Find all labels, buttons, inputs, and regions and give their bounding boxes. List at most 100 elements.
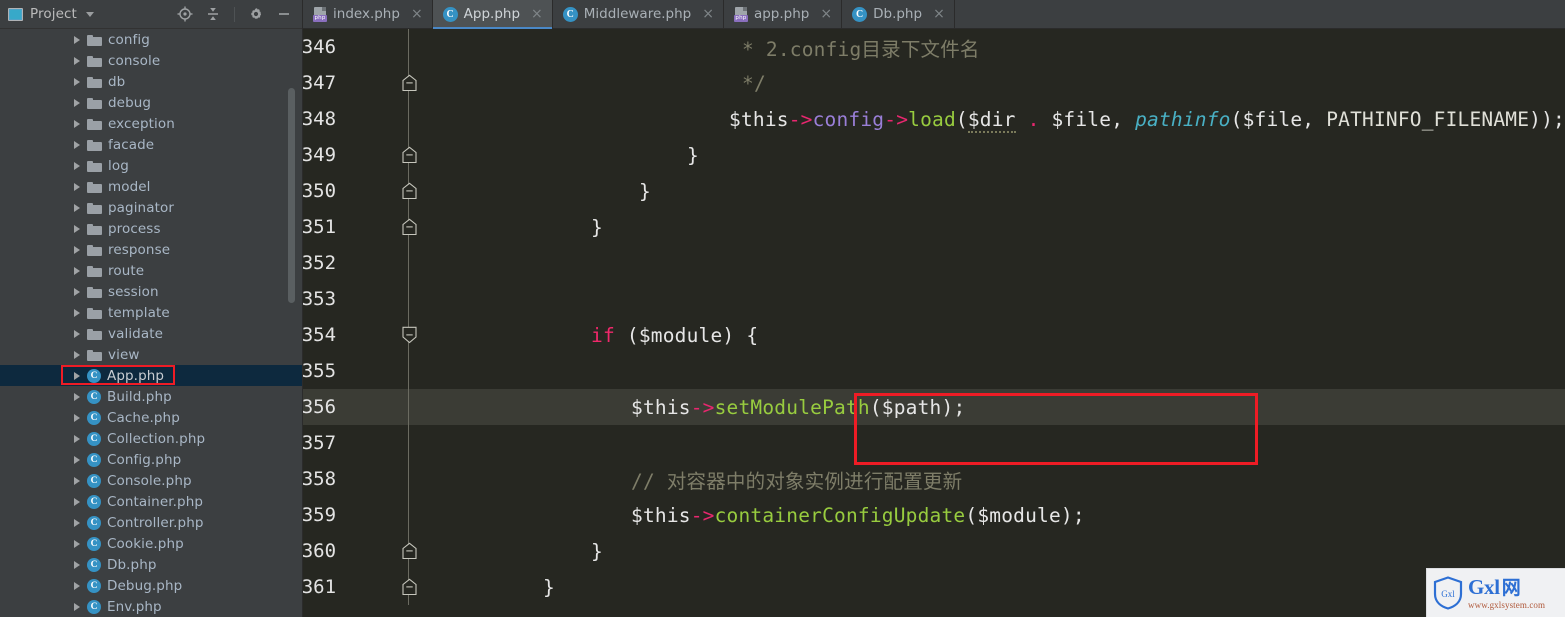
code-editor[interactable]: 346 * 2.config目录下文件名 347 */ 348 $this->config…	[303, 29, 1565, 617]
chevron-right-icon[interactable]	[74, 497, 80, 506]
code-line-348[interactable]: 348 $this->config->load($dir . $file, pat…	[303, 101, 1565, 137]
tree-item-response[interactable]: response	[0, 239, 302, 260]
chevron-right-icon[interactable]	[74, 518, 80, 527]
chevron-right-icon[interactable]	[74, 371, 80, 380]
code-line-356[interactable]: 356 $this->setModulePath($path);	[303, 389, 1565, 425]
tree-item-controller-php[interactable]: C Controller.php	[0, 512, 302, 533]
tab-db-php[interactable]: C Db.php ×	[842, 0, 955, 28]
chevron-right-icon[interactable]	[74, 161, 80, 170]
chevron-right-icon[interactable]	[74, 56, 80, 65]
chevron-right-icon[interactable]	[74, 434, 80, 443]
close-icon[interactable]: ×	[820, 7, 832, 21]
fold-region-start-icon[interactable]	[402, 326, 417, 344]
tree-item-view[interactable]: view	[0, 344, 302, 365]
chevron-right-icon[interactable]	[74, 245, 80, 254]
tab-app-php[interactable]: php app.php ×	[724, 0, 843, 28]
code-line-353[interactable]: 353	[303, 281, 1565, 317]
chevron-right-icon[interactable]	[74, 539, 80, 548]
chevron-right-icon[interactable]	[74, 140, 80, 149]
fold-region-end-icon[interactable]	[402, 578, 417, 596]
tree-item-console-php[interactable]: C Console.php	[0, 470, 302, 491]
collapse-all-icon[interactable]	[205, 6, 221, 22]
chevron-right-icon[interactable]	[74, 455, 80, 464]
tab-middleware-php[interactable]: C Middleware.php ×	[553, 0, 724, 28]
tab-app-php[interactable]: C App.php ×	[432, 0, 553, 29]
project-file-tree[interactable]: config console db debug exception facade log mo…	[0, 29, 303, 617]
close-icon[interactable]: ×	[411, 7, 423, 21]
close-icon[interactable]: ×	[531, 7, 543, 21]
code-line-347[interactable]: 347 */	[303, 65, 1565, 101]
chevron-right-icon[interactable]	[74, 224, 80, 233]
code-line-361[interactable]: 361}	[303, 569, 1565, 605]
chevron-right-icon[interactable]	[74, 287, 80, 296]
fold-region-end-icon[interactable]	[402, 74, 417, 92]
fold-region-end-icon[interactable]	[402, 542, 417, 560]
code-line-360[interactable]: 360}	[303, 533, 1565, 569]
fold-region-end-icon[interactable]	[402, 146, 417, 164]
close-icon[interactable]: ×	[933, 7, 945, 21]
tree-item-config-php[interactable]: C Config.php	[0, 449, 302, 470]
code-text: }	[687, 143, 699, 167]
tree-item-db-php[interactable]: C Db.php	[0, 554, 302, 575]
minimize-icon[interactable]	[276, 6, 292, 22]
tree-item-debug[interactable]: debug	[0, 92, 302, 113]
fold-region-end-icon[interactable]	[402, 182, 417, 200]
tree-item-collection-php[interactable]: C Collection.php	[0, 428, 302, 449]
project-panel-title-group[interactable]: Project	[8, 6, 177, 22]
chevron-right-icon[interactable]	[74, 35, 80, 44]
chevron-right-icon[interactable]	[74, 119, 80, 128]
chevron-right-icon[interactable]	[74, 329, 80, 338]
chevron-right-icon[interactable]	[74, 476, 80, 485]
tree-item-log[interactable]: log	[0, 155, 302, 176]
code-line-346[interactable]: 346 * 2.config目录下文件名	[303, 29, 1565, 65]
chevron-right-icon[interactable]	[74, 182, 80, 191]
code-line-349[interactable]: 349}	[303, 137, 1565, 173]
chevron-right-icon[interactable]	[74, 581, 80, 590]
chevron-down-icon[interactable]	[85, 11, 94, 17]
chevron-right-icon[interactable]	[74, 560, 80, 569]
tree-item-debug-php[interactable]: C Debug.php	[0, 575, 302, 596]
chevron-right-icon[interactable]	[74, 266, 80, 275]
close-icon[interactable]: ×	[702, 7, 714, 21]
tree-item-validate[interactable]: validate	[0, 323, 302, 344]
tree-item-facade[interactable]: facade	[0, 134, 302, 155]
chevron-right-icon[interactable]	[74, 602, 80, 611]
fold-region-end-icon[interactable]	[402, 218, 417, 236]
chevron-right-icon[interactable]	[74, 392, 80, 401]
tree-item-process[interactable]: process	[0, 218, 302, 239]
tree-item-route[interactable]: route	[0, 260, 302, 281]
tree-item-session[interactable]: session	[0, 281, 302, 302]
tree-item-container-php[interactable]: C Container.php	[0, 491, 302, 512]
editor-tab-bar[interactable]: php index.php × C App.php × C Middleware.php × ph…	[303, 0, 1565, 29]
tree-item-app-php[interactable]: C App.php	[0, 365, 303, 386]
tab-index-php[interactable]: php index.php ×	[303, 0, 433, 28]
tree-item-exception[interactable]: exception	[0, 113, 302, 134]
code-line-358[interactable]: 358 // 对容器中的对象实例进行配置更新	[303, 461, 1565, 497]
tree-item-paginator[interactable]: paginator	[0, 197, 302, 218]
code-line-352[interactable]: 352	[303, 245, 1565, 281]
tree-item-config[interactable]: config	[0, 29, 302, 50]
chevron-right-icon[interactable]	[74, 308, 80, 317]
tree-item-model[interactable]: model	[0, 176, 302, 197]
tree-item-db[interactable]: db	[0, 71, 302, 92]
chevron-right-icon[interactable]	[74, 413, 80, 422]
chevron-right-icon[interactable]	[74, 203, 80, 212]
chevron-right-icon[interactable]	[74, 350, 80, 359]
code-line-350[interactable]: 350}	[303, 173, 1565, 209]
tree-item-console[interactable]: console	[0, 50, 302, 71]
tree-item-env-php[interactable]: C Env.php	[0, 596, 302, 617]
tree-item-template[interactable]: template	[0, 302, 302, 323]
locate-target-icon[interactable]	[177, 6, 193, 22]
fold-guide-line	[408, 245, 410, 281]
tree-item-cache-php[interactable]: C Cache.php	[0, 407, 302, 428]
gear-icon[interactable]	[248, 6, 264, 22]
tree-item-build-php[interactable]: C Build.php	[0, 386, 302, 407]
chevron-right-icon[interactable]	[74, 98, 80, 107]
code-line-357[interactable]: 357	[303, 425, 1565, 461]
code-line-355[interactable]: 355	[303, 353, 1565, 389]
code-line-359[interactable]: 359 $this->containerConfigUpdate($module)…	[303, 497, 1565, 533]
code-line-351[interactable]: 351}	[303, 209, 1565, 245]
tree-item-cookie-php[interactable]: C Cookie.php	[0, 533, 302, 554]
code-line-354[interactable]: 354 if ($module) {	[303, 317, 1565, 353]
chevron-right-icon[interactable]	[74, 77, 80, 86]
